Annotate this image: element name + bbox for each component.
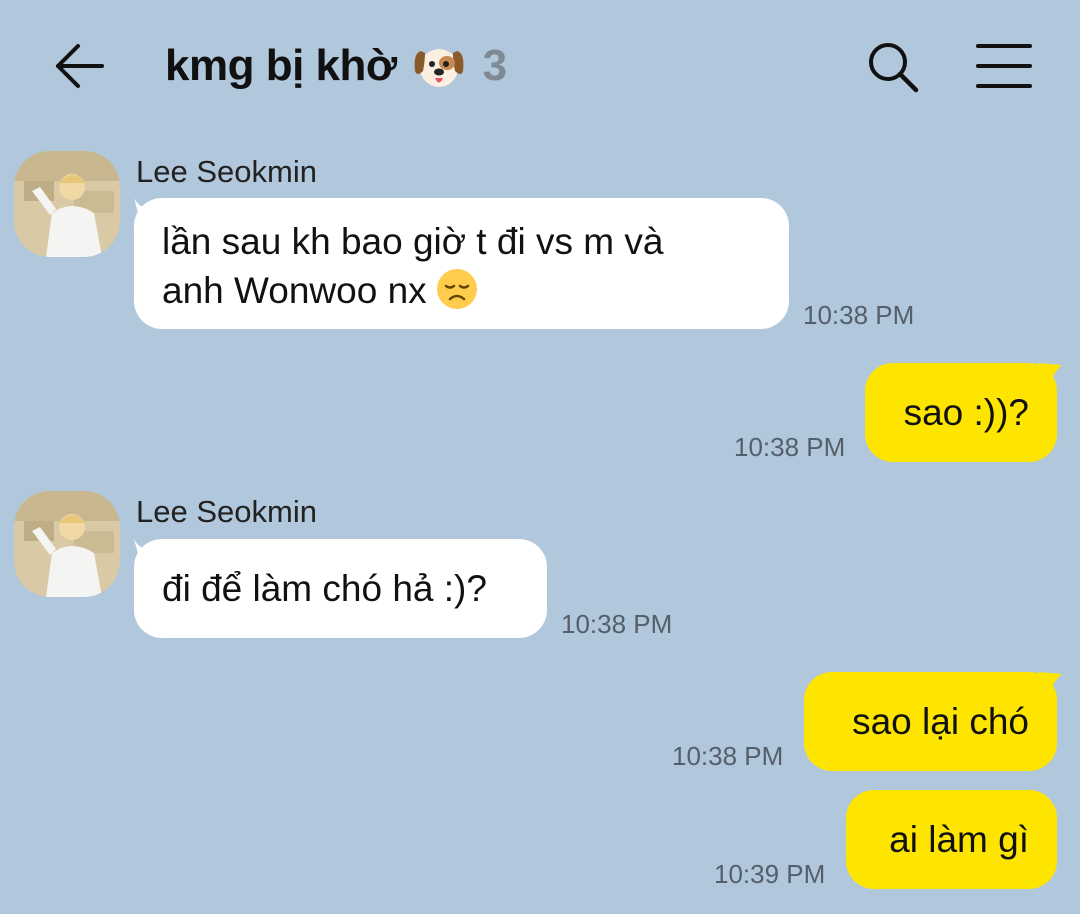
dog-face-emoji-icon — [411, 41, 467, 91]
message-bubble-incoming[interactable]: lần sau kh bao giờ t đi vs m và anh Wonw… — [134, 198, 789, 329]
chat-title[interactable]: kmg bị khờ 3 — [165, 34, 507, 98]
message-text: đi để làm chó hả :)? — [162, 568, 487, 609]
member-count: 3 — [482, 41, 507, 90]
message-timestamp: 10:39 PM — [714, 859, 826, 889]
hamburger-menu-icon[interactable] — [972, 38, 1036, 94]
disappointed-face-emoji-icon — [435, 267, 479, 311]
back-arrow-icon[interactable] — [50, 38, 110, 94]
message-timestamp: 10:38 PM — [734, 432, 846, 462]
avatar[interactable] — [14, 491, 120, 597]
message-text: lần sau kh bao giờ t đi vs m và anh Wonw… — [162, 217, 663, 315]
avatar[interactable] — [14, 151, 120, 257]
sender-name: Lee Seokmin — [136, 494, 317, 529]
message-timestamp: 10:38 PM — [803, 300, 915, 330]
bubble-tail — [1038, 363, 1062, 387]
message-timestamp: 10:38 PM — [561, 609, 673, 639]
chat-header: kmg bị khờ 3 — [0, 0, 1080, 130]
message-line: anh Wonwoo nx — [162, 270, 427, 311]
message-text: ai làm gì — [889, 819, 1029, 860]
search-icon[interactable] — [862, 36, 924, 98]
message-bubble-incoming[interactable]: đi để làm chó hả :)? — [134, 539, 547, 638]
message-bubble-outgoing[interactable]: sao lại chó — [804, 672, 1057, 771]
message-bubble-outgoing[interactable]: ai làm gì — [846, 790, 1057, 889]
message-text: sao :))? — [903, 392, 1029, 433]
message-line: lần sau kh bao giờ t đi vs m và — [162, 221, 664, 262]
message-bubble-outgoing[interactable]: sao :))? — [865, 363, 1057, 462]
bubble-tail — [1038, 672, 1062, 696]
sender-name: Lee Seokmin — [136, 154, 317, 189]
chat-title-text: kmg bị khờ — [165, 41, 397, 90]
message-text: sao lại chó — [852, 701, 1029, 742]
message-timestamp: 10:38 PM — [672, 741, 784, 771]
